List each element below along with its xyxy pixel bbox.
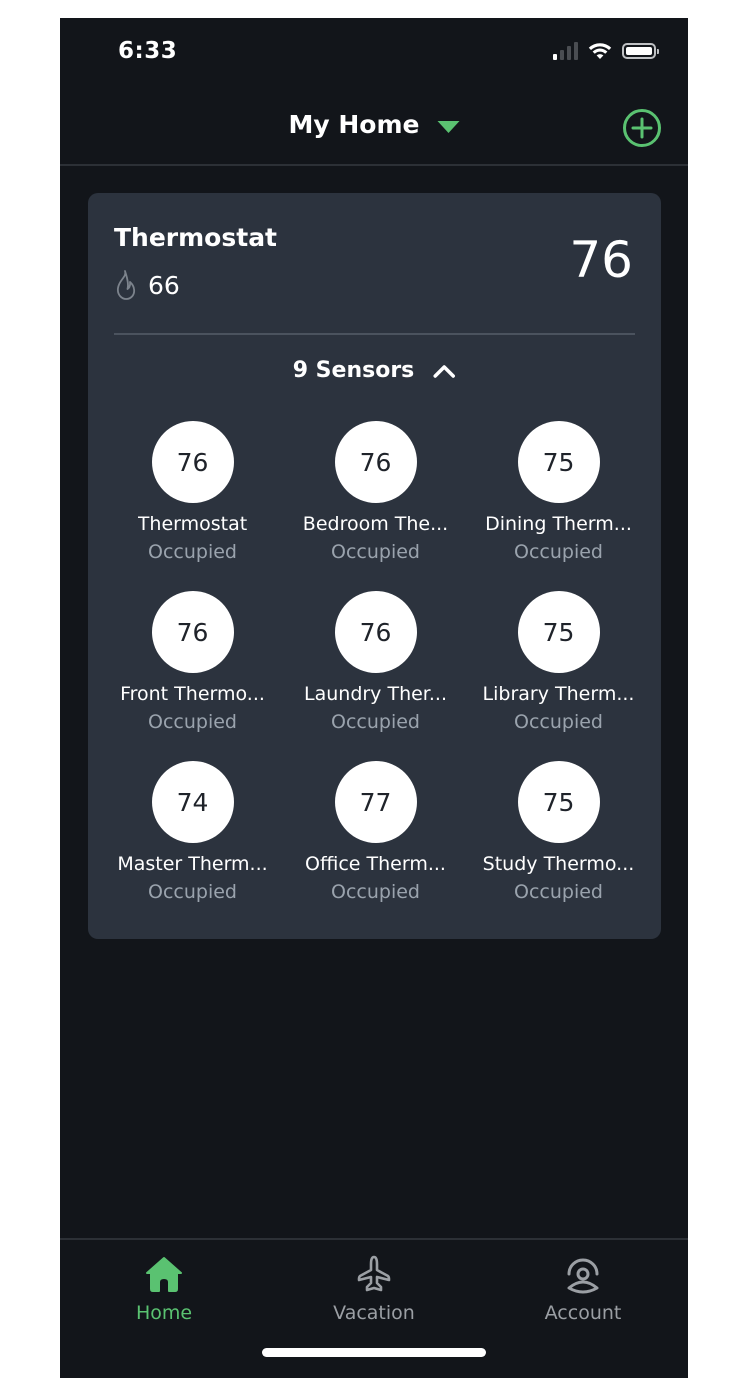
sensor-temperature: 76 — [334, 421, 417, 503]
sensor-temperature: 74 — [151, 761, 234, 843]
sensor-name: Office Therm... — [305, 853, 446, 875]
plus-circle-icon — [623, 109, 661, 147]
nav-tab-vacation[interactable]: Vacation — [294, 1252, 454, 1324]
sensor-status: Occupied — [331, 881, 420, 903]
battery-icon — [622, 43, 659, 59]
thermostat-title: Thermostat — [114, 223, 278, 252]
nav-label-account: Account — [544, 1302, 622, 1324]
sensor-temperature: 76 — [151, 421, 234, 503]
bottom-nav: Home Vacation Account — [60, 1238, 688, 1378]
sensor-status: Occupied — [148, 711, 237, 733]
sensor-item[interactable]: 75 Library Therm... Occupied — [467, 591, 650, 761]
heat-setpoint-row: 66 — [114, 269, 180, 301]
sensor-status: Occupied — [331, 541, 420, 563]
sensor-item[interactable]: 77 Office Therm... Occupied — [284, 761, 467, 931]
signal-icon — [553, 42, 578, 60]
nav-label-vacation: Vacation — [333, 1302, 415, 1324]
sensor-status: Occupied — [514, 541, 603, 563]
sensor-item[interactable]: 76 Bedroom The... Occupied — [284, 421, 467, 591]
sensor-status: Occupied — [148, 881, 237, 903]
home-indicator-bar[interactable] — [262, 1348, 486, 1357]
sensor-status: Occupied — [514, 881, 603, 903]
sensors-count-label: 9 Sensors — [292, 358, 415, 383]
sensor-temperature: 77 — [334, 761, 417, 843]
home-title: My Home — [288, 110, 420, 139]
account-icon — [567, 1258, 599, 1294]
phone-screen: 6:33 My Home Thermostat 66 76 9 Sensors … — [60, 18, 688, 1378]
sensor-name: Library Therm... — [482, 683, 635, 705]
heat-setpoint-value: 66 — [148, 270, 180, 300]
sensor-item[interactable]: 76 Thermostat Occupied — [101, 421, 284, 591]
sensor-item[interactable]: 76 Front Thermo... Occupied — [101, 591, 284, 761]
sensor-item[interactable]: 75 Study Thermo... Occupied — [467, 761, 650, 931]
sensor-item[interactable]: 74 Master Therm... Occupied — [101, 761, 284, 931]
home-selector-dropdown[interactable]: My Home — [289, 110, 460, 139]
sensor-status: Occupied — [148, 541, 237, 563]
current-temperature: 76 — [569, 231, 633, 289]
sensor-temperature: 76 — [151, 591, 234, 673]
sensor-name: Master Therm... — [117, 853, 268, 875]
home-icon — [146, 1257, 182, 1292]
sensor-name: Dining Therm... — [485, 513, 632, 535]
sensor-name: Study Thermo... — [482, 853, 635, 875]
sensor-name: Bedroom The... — [302, 513, 449, 535]
sensor-temperature: 76 — [334, 591, 417, 673]
status-icons — [553, 42, 659, 60]
nav-label-home: Home — [135, 1302, 193, 1324]
sensor-name: Front Thermo... — [120, 683, 265, 705]
chevron-up-icon — [433, 364, 456, 378]
sensor-temperature: 75 — [517, 761, 600, 843]
sensor-temperature: 75 — [517, 421, 600, 503]
status-time: 6:33 — [118, 38, 178, 64]
sensor-item[interactable]: 76 Laundry Ther... Occupied — [284, 591, 467, 761]
flame-icon — [116, 270, 136, 300]
airplane-icon — [357, 1255, 391, 1292]
sensor-status: Occupied — [331, 711, 420, 733]
sensor-name: Thermostat — [137, 513, 248, 535]
add-button[interactable] — [622, 108, 662, 148]
card-divider — [114, 333, 635, 335]
sensors-toggle[interactable]: 9 Sensors — [293, 358, 457, 383]
sensor-grid: 76 Thermostat Occupied 76 Bedroom The...… — [101, 421, 650, 931]
nav-tab-home[interactable]: Home — [84, 1252, 244, 1324]
sensor-status: Occupied — [514, 711, 603, 733]
status-bar: 6:33 — [60, 18, 688, 88]
wifi-icon — [588, 43, 612, 59]
sensor-temperature: 75 — [517, 591, 600, 673]
sensor-name: Laundry Ther... — [304, 683, 447, 705]
caret-down-icon — [437, 120, 460, 133]
header: My Home — [60, 88, 688, 166]
thermostat-card[interactable]: Thermostat 66 76 9 Sensors 76 Thermostat… — [88, 193, 661, 939]
nav-tab-account[interactable]: Account — [503, 1252, 663, 1324]
sensor-item[interactable]: 75 Dining Therm... Occupied — [467, 421, 650, 591]
